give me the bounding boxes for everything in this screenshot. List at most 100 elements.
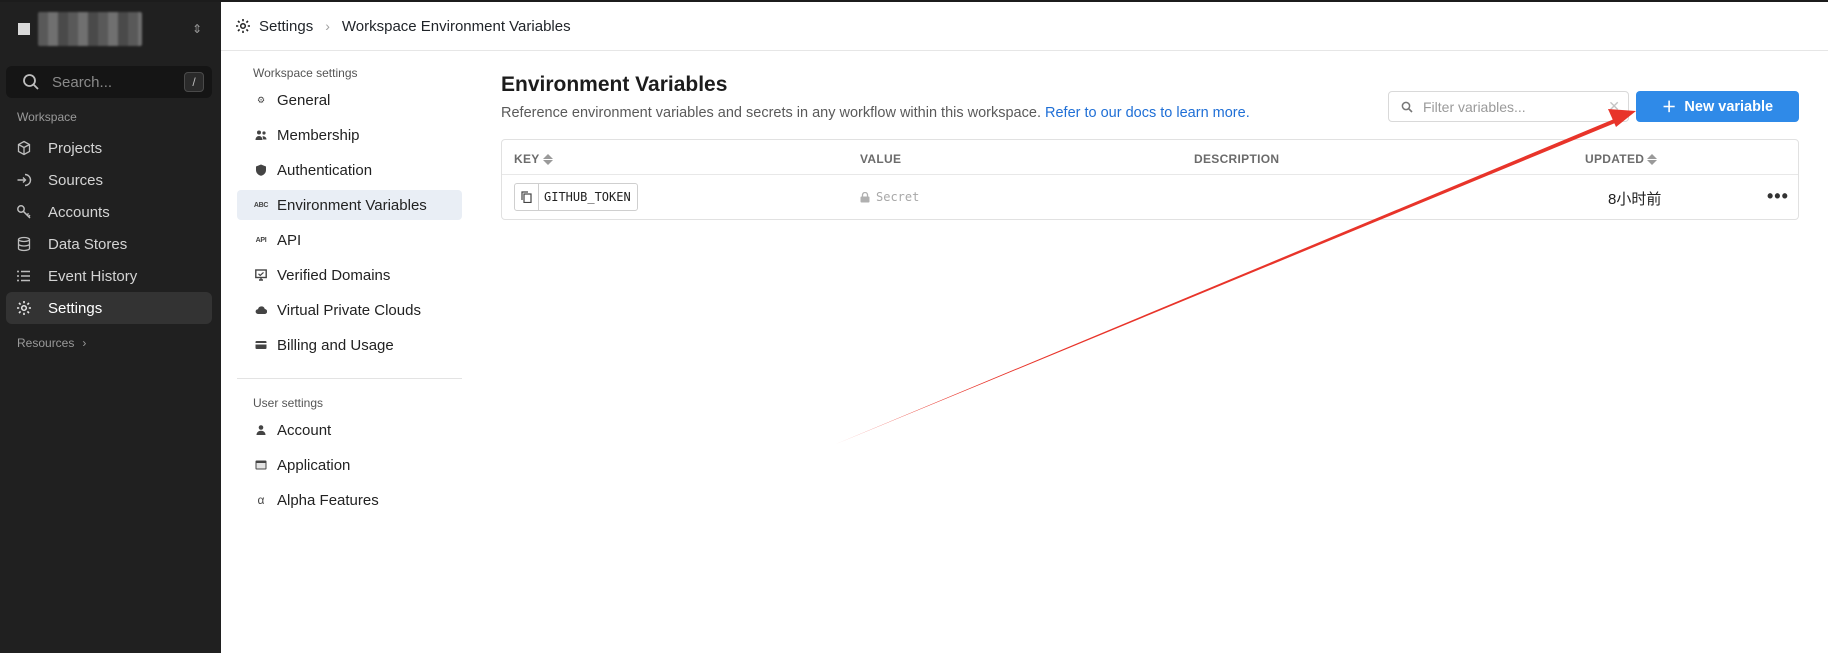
sidebar-item-sources[interactable]: Sources (6, 164, 212, 196)
settings-item-account[interactable]: Account (237, 415, 462, 445)
column-header-key[interactable]: KEY (514, 152, 553, 166)
sign-in-icon (16, 172, 32, 188)
sidebar-item-label: Accounts (48, 203, 110, 221)
column-header-label: DESCRIPTION (1194, 152, 1280, 166)
gear-icon (236, 19, 250, 33)
people-icon (255, 129, 267, 141)
variable-updated: 8小时前 (1608, 191, 1662, 208)
workspace-switcher[interactable]: ⇕ (8, 8, 212, 50)
settings-item-label: Alpha Features (277, 491, 379, 509)
column-header-label: KEY (514, 152, 540, 166)
workspace-logo (18, 23, 30, 35)
column-header-updated[interactable]: UPDATED (1585, 152, 1658, 166)
settings-item-virtual-private-clouds[interactable]: Virtual Private Clouds (237, 295, 462, 325)
breadcrumb: Settings › Workspace Environment Variabl… (221, 2, 1828, 51)
app-sidebar: ⇕ Search... / Workspace Projects Sources… (0, 0, 221, 653)
table-divider (502, 174, 1798, 175)
resources-label: Resources (17, 336, 75, 350)
page-description: Reference environment variables and secr… (501, 105, 1250, 121)
sidebar-search[interactable]: Search... / (6, 66, 212, 98)
list-icon (16, 268, 32, 284)
lock-icon (860, 191, 870, 202)
gear-icon: ⚙ (256, 94, 266, 105)
chevron-updown-icon: ⇕ (191, 22, 202, 36)
settings-item-label: General (277, 91, 331, 109)
column-header-label: VALUE (860, 152, 902, 166)
filter-variables-input[interactable]: Filter variables... ✕ (1388, 91, 1629, 122)
page-description-text: Reference environment variables and secr… (501, 105, 1041, 121)
row-more-icon[interactable]: ••• (1767, 186, 1789, 207)
breadcrumb-current-page: Workspace Environment Variables (341, 17, 571, 35)
search-shortcut-badge: / (184, 72, 204, 92)
variable-key: GITHUB_TOKEN (544, 190, 631, 204)
key-icon (16, 204, 32, 220)
variable-value: Secret (860, 190, 919, 204)
user-settings-label: User settings (253, 396, 324, 410)
settings-item-billing-and-usage[interactable]: Billing and Usage (237, 330, 462, 360)
sort-icon (1647, 153, 1658, 165)
settings-item-verified-domains[interactable]: Verified Domains (237, 260, 462, 290)
sidebar-item-label: Sources (48, 171, 104, 189)
cube-icon (16, 140, 32, 156)
sort-icon (542, 153, 553, 165)
settings-nav: Workspace settings ⚙ General Membership … (237, 51, 462, 515)
sidebar-item-label: Data Stores (48, 235, 128, 253)
person-icon (255, 424, 267, 436)
clear-filter-icon[interactable]: ✕ (1608, 98, 1620, 115)
sidebar-item-label: Settings (48, 299, 103, 317)
workspace-name-redacted (38, 12, 142, 46)
new-variable-label: New variable (1684, 98, 1774, 115)
domain-icon (255, 269, 267, 281)
copy-icon[interactable] (515, 184, 539, 210)
api-icon: API (255, 236, 267, 244)
sidebar-item-event-history[interactable]: Event History (6, 260, 212, 292)
table-row-key-chip: GITHUB_TOKEN (514, 183, 638, 211)
breadcrumb-separator-icon: › (325, 18, 330, 34)
window-icon (255, 459, 267, 471)
sidebar-item-projects[interactable]: Projects (6, 132, 212, 164)
sidebar-item-accounts[interactable]: Accounts (6, 196, 212, 228)
sidebar-item-label: Projects (48, 139, 103, 157)
settings-item-alpha-features[interactable]: α Alpha Features (237, 485, 462, 515)
resources-toggle[interactable]: Resources › (17, 336, 86, 350)
column-header-value: VALUE (860, 152, 901, 166)
workspace-settings-label: Workspace settings (253, 66, 358, 80)
settings-nav-divider (237, 378, 462, 379)
abc-icon: ABC (253, 201, 269, 209)
settings-item-label: API (277, 231, 302, 249)
workspace-section-label: Workspace (17, 110, 77, 124)
sidebar-item-data-stores[interactable]: Data Stores (6, 228, 212, 260)
alpha-icon: α (257, 493, 265, 507)
new-variable-button[interactable]: ＋ New variable (1636, 91, 1799, 122)
column-header-label: UPDATED (1585, 152, 1645, 166)
docs-link[interactable]: Refer to our docs to learn more. (1045, 105, 1250, 121)
search-icon (23, 74, 39, 90)
settings-item-label: Verified Domains (277, 266, 391, 284)
settings-item-authentication[interactable]: Authentication (237, 155, 462, 185)
sidebar-nav: Projects Sources Accounts Data Stores Ev… (6, 132, 212, 324)
column-header-description: DESCRIPTION (1194, 152, 1279, 166)
window-top-border (0, 0, 1828, 2)
cloud-icon (255, 304, 267, 316)
search-icon (1401, 101, 1413, 113)
settings-item-label: Environment Variables (277, 196, 427, 214)
breadcrumb-settings-link[interactable]: Settings (259, 18, 313, 35)
database-icon (16, 236, 32, 252)
gear-icon (16, 300, 32, 316)
settings-item-membership[interactable]: Membership (237, 120, 462, 150)
settings-item-label: Application (277, 456, 351, 474)
settings-item-label: Account (277, 421, 332, 439)
settings-item-application[interactable]: Application (237, 450, 462, 480)
settings-item-environment-variables[interactable]: ABC Environment Variables (237, 190, 462, 220)
sidebar-item-settings[interactable]: Settings (6, 292, 212, 324)
settings-item-label: Virtual Private Clouds (277, 301, 421, 319)
settings-item-general[interactable]: ⚙ General (237, 85, 462, 115)
sidebar-item-label: Event History (48, 267, 138, 285)
settings-item-label: Billing and Usage (277, 336, 394, 354)
shield-icon (255, 164, 267, 176)
search-input[interactable]: Search... (52, 74, 112, 91)
settings-item-api[interactable]: API API (237, 225, 462, 255)
variables-table: KEY VALUE DESCRIPTION UPDATED GITHUB_TOK… (501, 139, 1799, 220)
card-icon (255, 339, 267, 351)
settings-item-label: Membership (277, 126, 360, 144)
